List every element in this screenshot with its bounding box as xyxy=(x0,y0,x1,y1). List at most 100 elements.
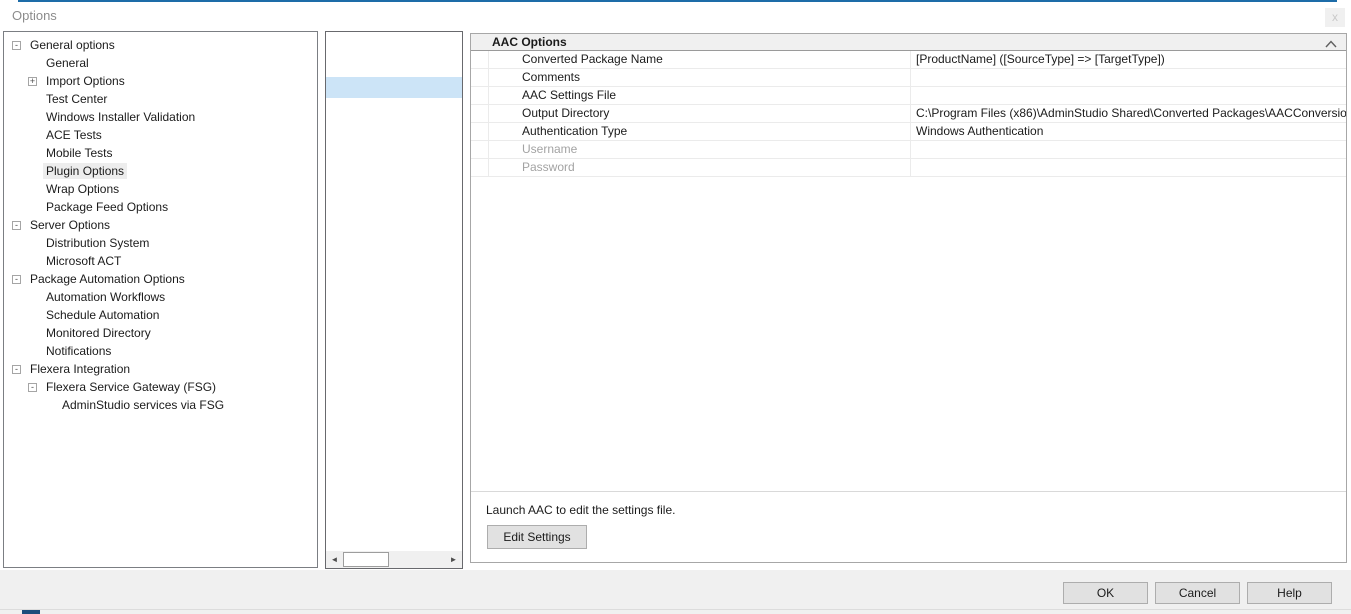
property-row-gutter xyxy=(471,141,489,158)
tree-item[interactable]: Microsoft ACT xyxy=(4,252,317,270)
tree-item-label: Mobile Tests xyxy=(43,145,115,161)
tree-item[interactable]: Schedule Automation xyxy=(4,306,317,324)
list-item[interactable] xyxy=(326,77,462,98)
plugin-list-items xyxy=(326,35,462,161)
tree-item[interactable]: - Flexera Integration xyxy=(4,360,317,378)
tree-item-label: Flexera Service Gateway (FSG) xyxy=(43,379,219,395)
footer-divider xyxy=(0,609,1351,610)
tree-item-label: Notifications xyxy=(43,343,114,359)
property-row-gutter xyxy=(471,105,489,122)
tree-item[interactable]: Plugin Options xyxy=(4,162,317,180)
expand-collapse-icon[interactable]: - xyxy=(12,275,21,284)
tree-item-label: Package Automation Options xyxy=(27,271,188,287)
scroll-left-icon[interactable]: ◄ xyxy=(326,551,343,568)
background-taskbar-fragment xyxy=(22,610,40,614)
tree-item-label: ACE Tests xyxy=(43,127,105,143)
property-value[interactable] xyxy=(911,87,1346,104)
cancel-button[interactable]: Cancel xyxy=(1155,582,1240,604)
expand-collapse-icon[interactable]: - xyxy=(12,365,21,374)
ok-button[interactable]: OK xyxy=(1063,582,1148,604)
options-tree: - General options General + Import Optio… xyxy=(3,31,318,568)
property-row-gutter xyxy=(471,123,489,140)
scroll-right-icon[interactable]: ► xyxy=(445,551,462,568)
property-row[interactable]: AAC Settings File xyxy=(471,87,1346,105)
list-item[interactable] xyxy=(326,119,462,140)
dialog-footer: OK Cancel Help xyxy=(0,570,1351,614)
property-value[interactable] xyxy=(911,69,1346,86)
property-name: Authentication Type xyxy=(489,123,911,140)
tree-item[interactable]: Notifications xyxy=(4,342,317,360)
tree-item[interactable]: + Import Options xyxy=(4,72,317,90)
tree-item[interactable]: Windows Installer Validation xyxy=(4,108,317,126)
tree-item-label: Flexera Integration xyxy=(27,361,133,377)
tree-item[interactable]: Automation Workflows xyxy=(4,288,317,306)
tree-item[interactable]: Monitored Directory xyxy=(4,324,317,342)
launch-aac-section: Launch AAC to edit the settings file. Ed… xyxy=(471,491,1346,562)
tree-item[interactable]: Distribution System xyxy=(4,234,317,252)
tree-item-label: Distribution System xyxy=(43,235,152,251)
horizontal-scrollbar[interactable]: ◄ ► xyxy=(326,551,462,568)
scrollbar-thumb[interactable] xyxy=(343,552,389,567)
property-name: Password xyxy=(489,159,911,176)
tree-item[interactable]: Mobile Tests xyxy=(4,144,317,162)
property-row[interactable]: Authentication Type Windows Authenticati… xyxy=(471,123,1346,141)
property-row[interactable]: Username xyxy=(471,141,1346,159)
title-bar: Options x xyxy=(0,2,1351,30)
tree-item-label: General options xyxy=(27,37,118,53)
tree-item[interactable]: General xyxy=(4,54,317,72)
tree-item-label: Plugin Options xyxy=(43,163,127,179)
property-row[interactable]: Output Directory C:\Program Files (x86)\… xyxy=(471,105,1346,123)
property-name: Comments xyxy=(489,69,911,86)
expand-collapse-icon[interactable]: - xyxy=(12,221,21,230)
tree-item-label: Package Feed Options xyxy=(43,199,171,215)
property-group-title: AAC Options xyxy=(492,35,567,49)
tree-item-label: Wrap Options xyxy=(43,181,122,197)
launch-aac-text: Launch AAC to edit the settings file. xyxy=(486,503,675,517)
tree-item-label: Windows Installer Validation xyxy=(43,109,198,125)
property-row[interactable]: Converted Package Name [ProductName] ([S… xyxy=(471,51,1346,69)
list-item[interactable] xyxy=(326,56,462,77)
help-button[interactable]: Help xyxy=(1247,582,1332,604)
tree-item-label: Import Options xyxy=(43,73,128,89)
edit-settings-button[interactable]: Edit Settings xyxy=(487,525,587,549)
tree-item[interactable]: - Server Options xyxy=(4,216,317,234)
tree-item-label: AdminStudio services via FSG xyxy=(59,397,227,413)
property-row-gutter xyxy=(471,51,489,68)
tree-item-label: Server Options xyxy=(27,217,113,233)
list-item[interactable] xyxy=(326,98,462,119)
tree-item[interactable]: AdminStudio services via FSG xyxy=(4,396,317,414)
list-item[interactable] xyxy=(326,140,462,161)
tree-item-label: Test Center xyxy=(43,91,110,107)
expand-collapse-icon[interactable]: - xyxy=(28,383,37,392)
window-title: Options xyxy=(12,8,57,23)
tree-item[interactable]: Wrap Options xyxy=(4,180,317,198)
list-item[interactable] xyxy=(326,35,462,56)
property-row-gutter xyxy=(471,69,489,86)
property-value[interactable] xyxy=(911,159,1346,176)
property-row[interactable]: Password xyxy=(471,159,1346,177)
property-value[interactable]: [ProductName] ([SourceType] => [TargetTy… xyxy=(911,51,1346,68)
tree-item-label: Monitored Directory xyxy=(43,325,154,341)
property-name: Output Directory xyxy=(489,105,911,122)
chevron-up-icon[interactable] xyxy=(1325,38,1337,52)
tree-item[interactable]: ACE Tests xyxy=(4,126,317,144)
plugin-list: ◄ ► xyxy=(325,31,463,569)
close-icon[interactable]: x xyxy=(1325,8,1345,27)
property-value[interactable]: Windows Authentication xyxy=(911,123,1346,140)
property-value[interactable] xyxy=(911,141,1346,158)
tree-item[interactable]: Test Center xyxy=(4,90,317,108)
property-group-header[interactable]: AAC Options xyxy=(471,34,1346,51)
property-value[interactable]: C:\Program Files (x86)\AdminStudio Share… xyxy=(911,105,1346,122)
tree-item[interactable]: - Package Automation Options xyxy=(4,270,317,288)
tree-item[interactable]: Package Feed Options xyxy=(4,198,317,216)
property-grid: Converted Package Name [ProductName] ([S… xyxy=(471,51,1346,177)
property-name: Converted Package Name xyxy=(489,51,911,68)
property-row-gutter xyxy=(471,87,489,104)
property-row[interactable]: Comments xyxy=(471,69,1346,87)
property-row-gutter xyxy=(471,159,489,176)
expand-collapse-icon[interactable]: + xyxy=(28,77,37,86)
property-name: AAC Settings File xyxy=(489,87,911,104)
tree-item[interactable]: - General options xyxy=(4,36,317,54)
expand-collapse-icon[interactable]: - xyxy=(12,41,21,50)
tree-item[interactable]: - Flexera Service Gateway (FSG) xyxy=(4,378,317,396)
